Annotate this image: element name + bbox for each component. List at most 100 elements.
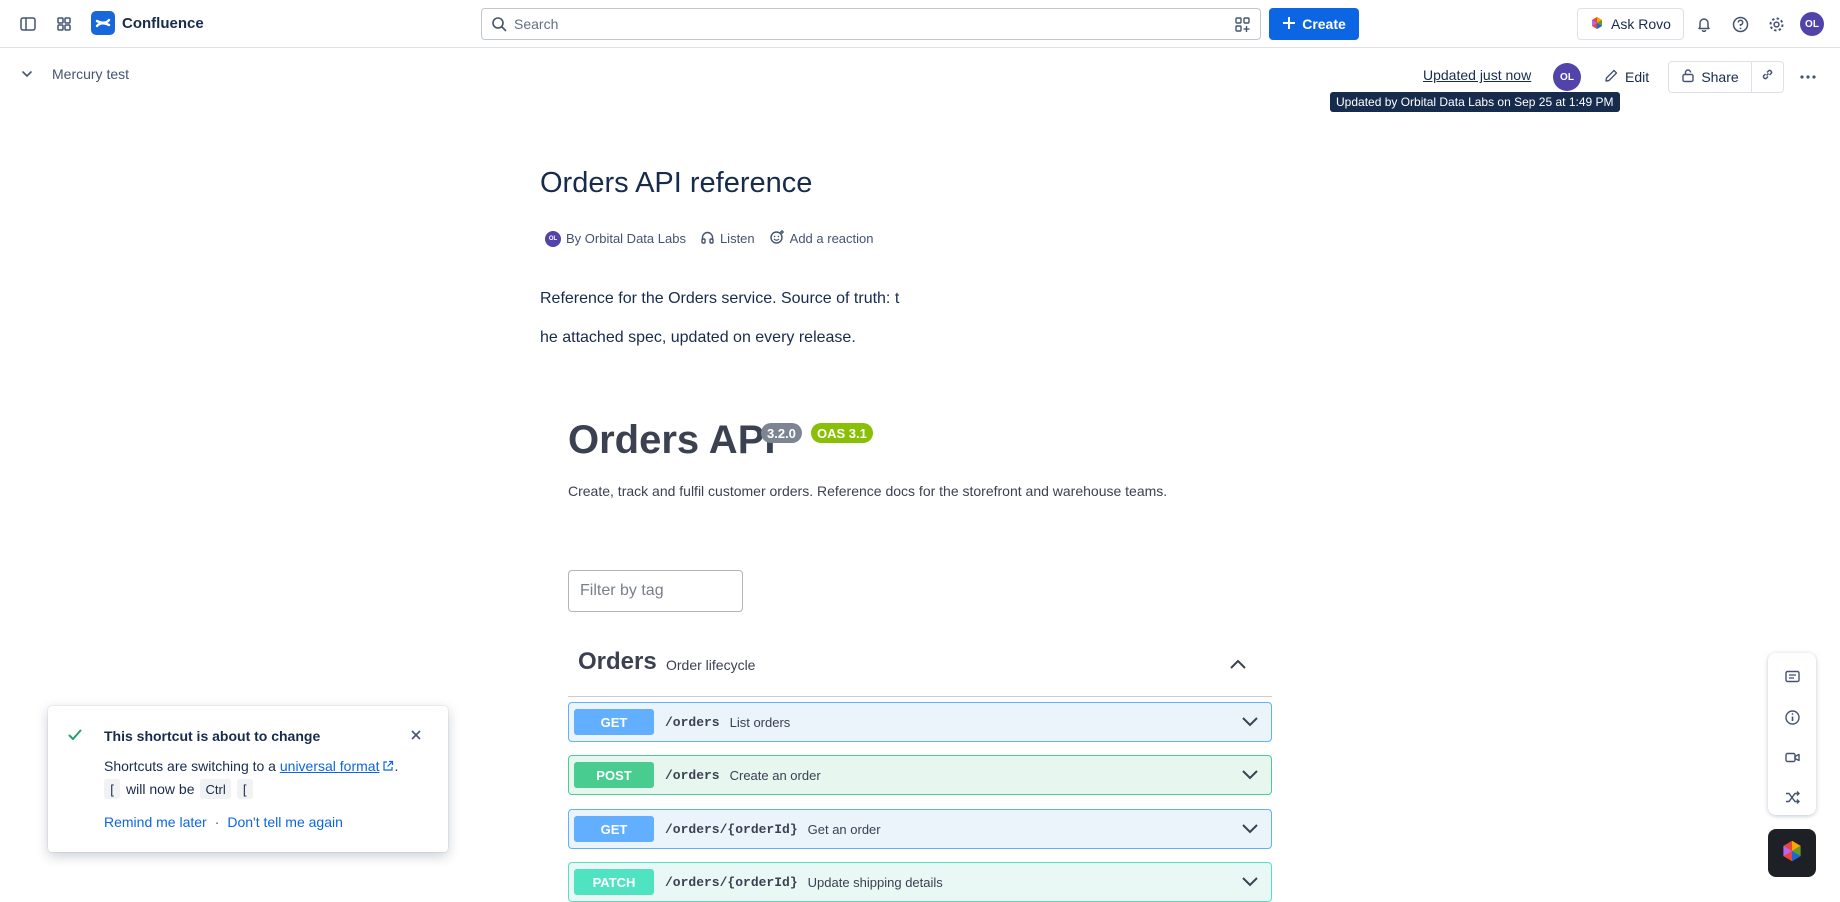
operation-path: /orders/{orderId} [665, 874, 798, 890]
http-method-badge: GET [574, 709, 654, 735]
user-avatar[interactable]: OL [1800, 12, 1824, 36]
ask-rovo-button[interactable]: Ask Rovo [1577, 8, 1684, 40]
app-switcher-icon[interactable] [48, 8, 80, 40]
share-label: Share [1701, 69, 1739, 85]
chevron-up-icon[interactable] [1228, 654, 1248, 679]
operation-get-order[interactable]: GET /orders/{orderId} Get an order [568, 809, 1272, 849]
help-icon[interactable] [1724, 8, 1756, 40]
settings-gear-icon[interactable] [1760, 8, 1792, 40]
flag-actions: Remind me later · Don't tell me again [104, 814, 343, 830]
operation-path: /orders [665, 714, 720, 730]
updated-tooltip: Updated by Orbital Data Labs on Sep 25 a… [1330, 92, 1620, 112]
search-placeholder: Search [514, 16, 559, 32]
rovo-chat-button[interactable] [1768, 829, 1816, 877]
tag-description: Order lifecycle [666, 657, 756, 673]
chevron-down-icon[interactable] [1241, 715, 1259, 734]
share-button[interactable]: Share [1668, 61, 1752, 93]
remind-me-later-button[interactable]: Remind me later [104, 814, 207, 830]
search-icon [491, 16, 507, 35]
listen-button[interactable]: Listen [700, 230, 755, 248]
more-actions-icon[interactable] [1792, 61, 1824, 93]
side-action-rail [1768, 653, 1816, 815]
http-method-badge: GET [574, 816, 654, 842]
flag-message-suffix: . [394, 758, 399, 774]
chevron-down-icon[interactable] [1241, 875, 1259, 894]
operation-summary: Get an order [807, 821, 881, 837]
chevron-down-icon[interactable] [20, 67, 34, 86]
universal-format-link[interactable]: universal format [280, 758, 380, 774]
page-title: Orders API reference [540, 167, 813, 199]
notifications-bell-icon[interactable] [1688, 8, 1720, 40]
info-icon[interactable] [1776, 701, 1808, 733]
edit-label: Edit [1625, 69, 1650, 85]
video-icon[interactable] [1776, 741, 1808, 773]
confluence-logo[interactable]: Confluence [91, 11, 204, 35]
action-separator: · [214, 814, 220, 830]
shuffle-icon[interactable] [1776, 781, 1808, 813]
author-link[interactable]: OL By Orbital Data Labs [545, 230, 686, 247]
chevron-down-icon[interactable] [1241, 822, 1259, 841]
add-reaction-button[interactable]: Add a reaction [769, 229, 874, 248]
edit-button[interactable]: Edit [1598, 61, 1655, 93]
api-title: Orders API [568, 418, 776, 462]
old-key: [ [104, 779, 120, 799]
author-avatar: OL [545, 230, 561, 247]
search-filters-icon[interactable] [1234, 16, 1252, 37]
plus-icon [1282, 16, 1296, 33]
comments-icon[interactable] [1776, 661, 1808, 693]
operation-summary: Create an order [729, 767, 821, 783]
search-input[interactable]: Search [481, 8, 1261, 40]
ask-rovo-label: Ask Rovo [1611, 16, 1671, 32]
copy-link-button[interactable] [1752, 61, 1784, 93]
flag-message-prefix: Shortcuts are switching to a [104, 758, 280, 774]
rovo-icon [1590, 16, 1604, 33]
dont-tell-me-again-button[interactable]: Don't tell me again [227, 814, 343, 830]
tag-section-orders[interactable]: Orders Order lifecycle [568, 640, 1272, 697]
http-method-badge: PATCH [574, 869, 654, 895]
shortcut-keys-row: [ will now be Ctrl [ [104, 779, 253, 799]
breadcrumb-space[interactable]: Mercury test [52, 66, 129, 82]
top-navigation: Confluence Search Create Ask Rovo OL [0, 0, 1840, 48]
create-button[interactable]: Create [1269, 8, 1359, 40]
shortcut-change-flag: This shortcut is about to change Shortcu… [48, 706, 448, 852]
operation-summary: List orders [729, 714, 791, 730]
operation-path: /orders [665, 767, 720, 783]
lock-icon [1681, 68, 1695, 86]
tag-name: Orders [578, 648, 657, 675]
ctrl-key: Ctrl [200, 779, 231, 799]
updated-timestamp-link[interactable]: Updated just now [1423, 67, 1531, 83]
will-now-be-text: will now be [126, 781, 195, 797]
emoji-add-icon [769, 229, 785, 248]
api-version-badge: 3.2.0 [761, 423, 802, 443]
pencil-icon [1604, 68, 1619, 86]
app-name: Confluence [122, 14, 204, 32]
check-icon [67, 727, 83, 748]
close-icon[interactable] [410, 728, 422, 746]
new-key: [ [236, 779, 253, 799]
intro-paragraph-line-2: he attached spec, updated on every relea… [540, 329, 856, 346]
page-byline: OL By Orbital Data Labs Listen Add a rea… [545, 229, 888, 248]
filter-by-tag-input[interactable]: Filter by tag [568, 570, 743, 612]
headphones-icon [700, 230, 715, 248]
api-description: Create, track and fulfil customer orders… [568, 483, 1168, 499]
link-icon [1760, 67, 1775, 87]
listen-label: Listen [719, 231, 755, 246]
operation-get-orders[interactable]: GET /orders List orders [568, 702, 1272, 742]
flag-message: Shortcuts are switching to a universal f… [104, 758, 398, 775]
create-label: Create [1302, 16, 1346, 32]
flag-title: This shortcut is about to change [104, 728, 321, 744]
operation-patch-order[interactable]: PATCH /orders/{orderId} Update shipping … [568, 862, 1272, 902]
http-method-badge: POST [574, 762, 654, 788]
rovo-icon [1780, 839, 1804, 868]
external-link-icon [382, 759, 394, 775]
sidebar-toggle-icon[interactable] [12, 8, 44, 40]
confluence-logo-icon [91, 11, 115, 35]
operation-post-orders[interactable]: POST /orders Create an order [568, 755, 1272, 795]
chevron-down-icon[interactable] [1241, 768, 1259, 787]
contributor-avatar[interactable]: OL [1553, 63, 1581, 91]
operation-summary: Update shipping details [807, 874, 943, 890]
author-name: By Orbital Data Labs [566, 231, 686, 246]
oas-version-badge: OAS 3.1 [811, 423, 873, 443]
intro-paragraph-line-1: Reference for the Orders service. Source… [540, 290, 900, 307]
add-reaction-label: Add a reaction [789, 231, 874, 246]
